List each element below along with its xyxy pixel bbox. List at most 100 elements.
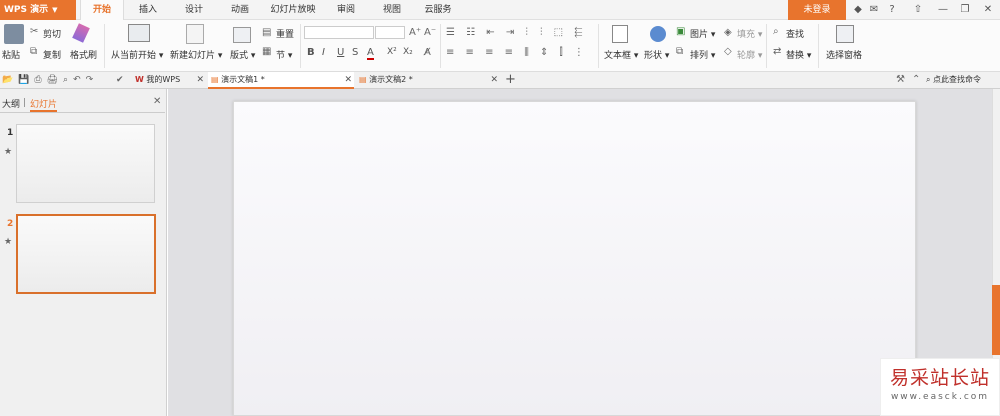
shrink-font-icon[interactable]: A⁻ bbox=[424, 27, 436, 39]
picture-button[interactable]: 图片 ▾ bbox=[690, 27, 715, 40]
paragraph-row2b-icons[interactable]: ⇕ ⫿ ⋮ bbox=[540, 47, 588, 59]
tab-design[interactable]: 设计 bbox=[174, 0, 214, 20]
shape-button[interactable]: 形状 ▾ bbox=[644, 48, 669, 61]
layout-button[interactable]: 版式 ▾ bbox=[230, 48, 255, 61]
tab-view[interactable]: 视图 bbox=[372, 0, 412, 20]
close-icon[interactable]: ✕ bbox=[344, 72, 352, 88]
outline-tab[interactable]: 大纲 bbox=[2, 97, 20, 110]
new-slide-button[interactable]: 新建幻灯片 ▾ bbox=[170, 48, 222, 61]
maximize-icon[interactable]: ❐ bbox=[957, 2, 973, 18]
divider bbox=[598, 24, 599, 68]
divider bbox=[0, 112, 165, 113]
paragraph-row1-icons[interactable]: ☰ ☷ ⇤ ⇥ ⫶ bbox=[446, 27, 532, 39]
strike-button[interactable]: S bbox=[352, 47, 358, 58]
reset-button[interactable]: 重置 bbox=[276, 27, 294, 40]
shape-label: 形状 bbox=[644, 51, 663, 61]
scrollbar-thumb[interactable] bbox=[992, 285, 1000, 355]
skin-icon[interactable]: ◆ bbox=[850, 2, 866, 18]
slides-tab[interactable]: 幻灯片 bbox=[30, 97, 58, 112]
customize-quick-access-icon[interactable]: ✔ bbox=[116, 74, 124, 86]
underline-button[interactable]: U bbox=[337, 47, 344, 58]
doc-tab-presentation-1[interactable]: ▤ 演示文稿1 * ✕ bbox=[208, 72, 354, 89]
fill-icon: ◈ bbox=[724, 27, 732, 38]
selection-pane-icon bbox=[836, 25, 854, 43]
layout-label: 版式 bbox=[230, 51, 249, 61]
italic-button[interactable]: I bbox=[322, 47, 325, 58]
close-icon[interactable]: ✕ bbox=[490, 72, 498, 88]
scissors-icon: ✂ bbox=[30, 26, 39, 37]
from-current-label: 从当前开始 bbox=[111, 51, 157, 61]
paste-icon bbox=[4, 24, 24, 44]
superscript-button[interactable]: X² bbox=[387, 47, 397, 57]
presentation-file-icon: ▤ bbox=[211, 75, 219, 84]
font-size-dropdown[interactable] bbox=[375, 26, 405, 39]
fill-button[interactable]: 填充 ▾ bbox=[737, 27, 762, 40]
app-name: WPS 演示 bbox=[4, 5, 49, 15]
divider bbox=[104, 24, 105, 68]
slide-thumbnail-2[interactable] bbox=[16, 214, 156, 294]
font-color-button[interactable]: A bbox=[367, 47, 374, 60]
new-slide-icon bbox=[186, 24, 204, 44]
watermark-url: www.easck.com bbox=[890, 392, 990, 402]
tab-slideshow[interactable]: 幻灯片放映 bbox=[263, 0, 323, 20]
tab-insert[interactable]: 插入 bbox=[128, 0, 168, 20]
paragraph-row1b-icons[interactable]: ⫶ ⬚ ⬱ bbox=[540, 27, 586, 39]
selection-pane-button[interactable]: 选择窗格 bbox=[826, 48, 862, 61]
slide-thumbnail-1[interactable] bbox=[16, 124, 155, 203]
close-icon[interactable]: ✕ bbox=[196, 72, 204, 88]
picture-label: 图片 bbox=[690, 30, 709, 40]
minimize-icon[interactable]: — bbox=[935, 2, 951, 18]
new-tab-icon[interactable]: + bbox=[505, 72, 516, 88]
section-button[interactable]: 节 ▾ bbox=[276, 48, 292, 61]
paste-button[interactable]: 粘贴 bbox=[2, 48, 20, 61]
close-icon[interactable]: ✕ bbox=[153, 96, 161, 108]
replace-button[interactable]: 替换 ▾ bbox=[786, 48, 811, 61]
quick-access-icons[interactable]: 📂💾⎙🖨⌕↶↷ bbox=[2, 74, 98, 86]
font-name-dropdown[interactable] bbox=[304, 26, 374, 39]
pin-icon[interactable]: ⚒ bbox=[896, 74, 905, 86]
clear-format-icon[interactable]: A̸ bbox=[424, 47, 431, 59]
arrange-label: 排列 bbox=[690, 51, 709, 61]
text-box-button[interactable]: 文本框 ▾ bbox=[604, 48, 638, 61]
cut-button[interactable]: 剪切 bbox=[43, 27, 61, 40]
bold-button[interactable]: B bbox=[307, 47, 315, 58]
star-icon: ★ bbox=[4, 147, 13, 157]
text-box-label: 文本框 bbox=[604, 51, 632, 61]
outline-label: 轮廓 bbox=[737, 51, 756, 61]
copy-icon: ⧉ bbox=[30, 46, 38, 57]
reset-icon: ▤ bbox=[262, 27, 272, 38]
divider bbox=[24, 98, 25, 107]
app-menu-button[interactable]: WPS 演示 ▼ bbox=[0, 0, 76, 20]
paragraph-row2-icons[interactable]: ≡ ≡ ≡ ≡ ⫼ bbox=[446, 47, 533, 59]
copy-button[interactable]: 复制 bbox=[43, 48, 61, 61]
outline-button[interactable]: 轮廓 ▾ bbox=[737, 48, 762, 61]
command-search[interactable]: ⌕ 点此查找命令 bbox=[926, 74, 981, 85]
replace-label: 替换 bbox=[786, 51, 805, 61]
restore-ribbon-icon[interactable]: ⇧ bbox=[910, 2, 926, 18]
subscript-button[interactable]: X₂ bbox=[403, 47, 413, 57]
tab-review[interactable]: 审阅 bbox=[326, 0, 366, 20]
format-painter-button[interactable]: 格式刷 bbox=[70, 48, 97, 61]
grow-font-icon[interactable]: A⁺ bbox=[409, 27, 421, 39]
help-icon[interactable]: ? bbox=[884, 2, 900, 18]
doc-tab-my-wps[interactable]: W 我的WPS ✕ bbox=[132, 72, 206, 89]
tab-start[interactable]: 开始 bbox=[80, 0, 124, 21]
arrange-button[interactable]: 排列 ▾ bbox=[690, 48, 715, 61]
picture-icon: ▣ bbox=[676, 26, 686, 37]
login-button[interactable]: 未登录 bbox=[788, 0, 846, 20]
doc-tab-presentation-2[interactable]: ▤ 演示文稿2 * ✕ bbox=[356, 72, 500, 89]
arrange-icon: ⧉ bbox=[676, 46, 684, 57]
command-search-label: 点此查找命令 bbox=[933, 75, 982, 84]
close-icon[interactable]: ✕ bbox=[980, 2, 996, 18]
feedback-icon[interactable]: ✉ bbox=[866, 2, 882, 18]
doc-tab-label: 我的WPS bbox=[146, 75, 181, 84]
tab-cloud[interactable]: 云服务 bbox=[416, 0, 460, 20]
from-current-button[interactable]: 从当前开始 ▾ bbox=[111, 48, 163, 61]
search-icon: ⌕ bbox=[773, 26, 779, 37]
collapse-icon[interactable]: ⌃ bbox=[912, 74, 920, 86]
slide-canvas[interactable] bbox=[233, 101, 916, 416]
text-box-icon bbox=[612, 25, 628, 43]
star-icon: ★ bbox=[4, 237, 13, 247]
find-button[interactable]: 查找 bbox=[786, 27, 804, 40]
tab-animation[interactable]: 动画 bbox=[220, 0, 260, 20]
